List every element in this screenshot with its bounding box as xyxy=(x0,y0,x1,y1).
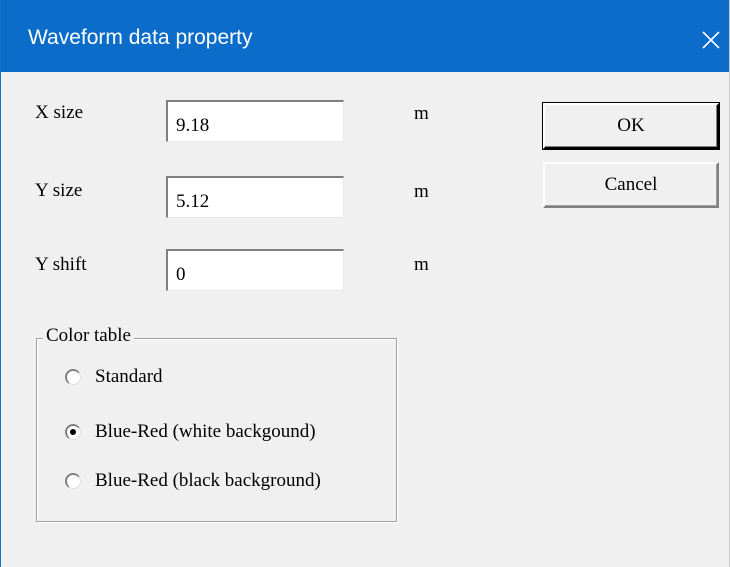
y-shift-input[interactable] xyxy=(166,249,344,291)
radio-label-blue-red-white: Blue-Red (white backgound) xyxy=(95,421,316,442)
y-size-input[interactable] xyxy=(166,176,344,218)
radio-selected-dot xyxy=(70,429,76,435)
color-table-legend: Color table xyxy=(43,325,134,347)
radio-button[interactable] xyxy=(65,369,81,385)
x-size-unit: m xyxy=(414,103,429,124)
close-icon xyxy=(702,31,720,49)
x-size-label: X size xyxy=(35,102,84,123)
y-size-unit: m xyxy=(414,181,429,202)
x-size-input[interactable] xyxy=(166,100,344,142)
title-bar[interactable]: Waveform data property xyxy=(1,0,729,72)
dialog-title: Waveform data property xyxy=(28,26,253,49)
radio-button[interactable] xyxy=(65,424,81,440)
y-shift-label: Y shift xyxy=(35,254,87,275)
radio-label-blue-red-black: Blue-Red (black background) xyxy=(95,470,321,491)
ok-button[interactable]: OK xyxy=(543,103,719,149)
close-button[interactable] xyxy=(691,22,729,60)
y-shift-unit: m xyxy=(414,254,429,275)
radio-label-standard: Standard xyxy=(95,366,163,387)
cancel-button[interactable]: Cancel xyxy=(543,162,719,208)
y-size-label: Y size xyxy=(35,180,83,201)
radio-button[interactable] xyxy=(65,473,81,489)
dialog-window: Waveform data property X size m Y size m… xyxy=(0,0,730,567)
